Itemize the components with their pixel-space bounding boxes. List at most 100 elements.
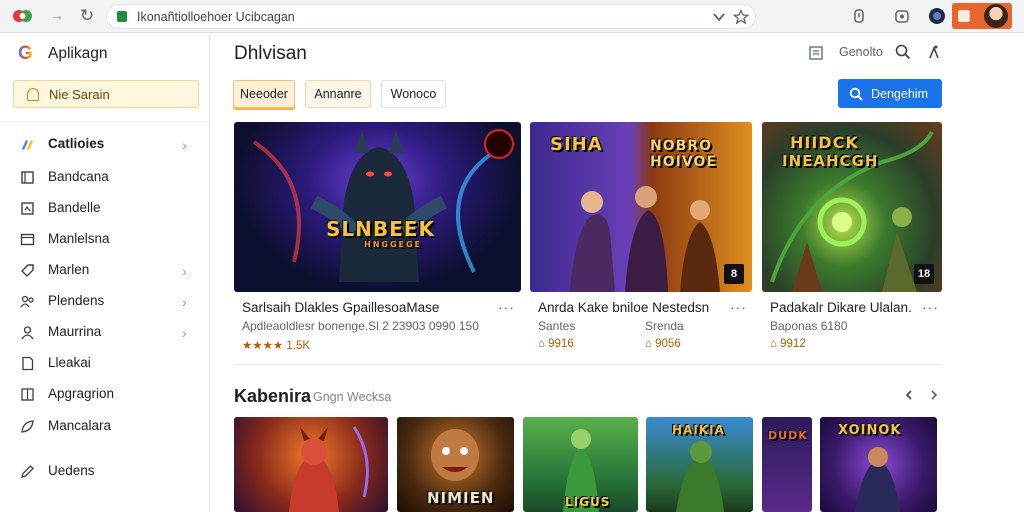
- forward-icon[interactable]: →: [48, 7, 66, 25]
- monster-art: [252, 129, 514, 282]
- featured-card-2[interactable]: SIHA NOBRO HOIVOE 8 Anrda Kake bniloe Ne…: [530, 122, 752, 350]
- scroll-prev-icon[interactable]: [904, 389, 914, 401]
- brand[interactable]: G Aplikagn: [18, 44, 107, 64]
- sidebar-item-marlen[interactable]: Marlen ›: [0, 257, 209, 283]
- doc-icon: [22, 356, 34, 371]
- card-subtitle: Baponas 6180: [770, 319, 848, 333]
- game-cover-image: HIIDCK INEAHCGH 18: [762, 122, 942, 292]
- sidebar-item-manlelsna[interactable]: Manlelsna: [0, 226, 209, 252]
- thumb-art-title: LIGUS: [565, 495, 611, 509]
- sidebar-item-label: Maurrina: [48, 324, 102, 339]
- chevron-right-icon: ›: [182, 137, 187, 153]
- card-subtitle: Santes: [538, 319, 576, 333]
- account-button[interactable]: [952, 3, 1012, 29]
- game-thumb[interactable]: HAIKIA: [646, 417, 753, 512]
- chip-wonoco[interactable]: Wonoco: [381, 80, 446, 108]
- sidebar-item-label: Mancalara: [48, 418, 112, 433]
- demon-art: [289, 426, 369, 512]
- main-content: Dhlvisan Genolto Neeoder Annanre Wonoco …: [211, 34, 1024, 512]
- art-title-2: INEAHCGH: [782, 152, 879, 170]
- chevron-right-icon: ›: [182, 294, 187, 310]
- book-icon: [21, 171, 34, 184]
- card-title: Anrda Kake bniloe Nestedsn: [538, 300, 710, 315]
- chip-neeoder[interactable]: Neeoder: [233, 80, 295, 108]
- extension-icon[interactable]: [850, 7, 868, 25]
- sidebar-item-plendens[interactable]: Plendens ›: [0, 288, 209, 314]
- more-options-icon[interactable]: ···: [498, 299, 515, 315]
- age-badge: 8: [724, 264, 744, 284]
- game-thumb[interactable]: [234, 417, 388, 512]
- sidebar-item-label: Catlioies: [48, 136, 105, 151]
- primary-button-label: Dengehim: [871, 86, 928, 101]
- card-title: Padakalr Dikare Ulalan.: [770, 300, 912, 315]
- google-logo-icon: G: [18, 44, 38, 64]
- card-subtitle: Apdleaoldlesr bonenge.Sl 2 23903 0990 15…: [242, 319, 479, 333]
- featured-card-1[interactable]: SLNBEEK HNGGEGE Sarlsaih Dlakles Gpaille…: [234, 122, 521, 352]
- sidebar-item-lleakai[interactable]: Lleakai: [0, 350, 209, 376]
- card-rating: ⌂ 9916: [538, 338, 574, 350]
- tag-icon: [21, 264, 34, 277]
- sidebar-item-mancalara[interactable]: Mancalara: [0, 413, 209, 439]
- thumb-art-title: DUDK: [768, 429, 808, 442]
- sidebar-search-button[interactable]: Nie Sarain: [13, 80, 199, 108]
- game-thumb[interactable]: LIGUS: [523, 417, 638, 512]
- divider: [234, 364, 942, 365]
- game-thumb[interactable]: XOINOK: [820, 417, 937, 512]
- sidebar-item-apgragrion[interactable]: Apgragrion: [0, 381, 209, 407]
- bookmark-star-icon[interactable]: [733, 9, 749, 25]
- reload-icon[interactable]: ↻: [78, 7, 96, 25]
- window-icon: [958, 10, 970, 22]
- card-rating: ★★★★ 1.5K: [242, 340, 311, 352]
- thumb-art-title: NIMIEN: [427, 489, 495, 507]
- brand-title: Aplikagn: [48, 45, 108, 62]
- art-title: SIHA: [550, 134, 603, 155]
- game-thumb[interactable]: NIMIEN: [397, 417, 514, 512]
- featured-card-3[interactable]: HIIDCK INEAHCGH 18 Padakalr Dikare Ulala…: [762, 122, 942, 350]
- game-cover-image: SIHA NOBRO HOIVOE 8: [530, 122, 752, 292]
- more-options-icon[interactable]: ···: [730, 299, 747, 315]
- share-icon[interactable]: [927, 44, 941, 60]
- more-options-icon[interactable]: ···: [922, 299, 939, 315]
- game-thumb[interactable]: DUDK: [762, 417, 812, 512]
- sidebar-item-bandelle[interactable]: Bandelle: [0, 195, 209, 221]
- search-icon[interactable]: [895, 44, 911, 60]
- sidebar-item-catlioies[interactable]: Catlioies ›: [0, 131, 209, 157]
- chevron-right-icon: ›: [182, 263, 187, 279]
- address-bar[interactable]: Ikonañtiolloehoer Ucibcagan: [106, 4, 756, 29]
- card-title: Sarlsaih Dlakles GpaillesoaMase: [242, 300, 440, 315]
- art-title: HIIDCK: [790, 133, 859, 152]
- game-cover-image: SLNBEEK HNGGEGE: [234, 122, 521, 292]
- bell-icon: [27, 87, 39, 101]
- pen-icon: [21, 465, 34, 478]
- art-title: SLNBEEK: [326, 217, 435, 241]
- sidebar-item-label: Uedens: [48, 463, 95, 478]
- card-subtitle-2: Srenda: [645, 319, 684, 333]
- browser-logo-icon[interactable]: [12, 8, 34, 24]
- primary-search-button[interactable]: Dengehim: [838, 79, 942, 108]
- sidebar-item-label: Manlelsna: [48, 231, 110, 246]
- header-link[interactable]: Genolto: [839, 45, 883, 59]
- secure-lock-icon: [117, 11, 127, 22]
- section-title: Kabenira: [234, 386, 312, 406]
- art-subtitle: HNGGEGE: [364, 240, 423, 249]
- grid-view-icon[interactable]: [809, 46, 823, 60]
- chip-annanre[interactable]: Annanre: [305, 80, 371, 108]
- sidebar-item-label: Plendens: [48, 293, 105, 308]
- sidebar-item-maurrina[interactable]: Maurrina ›: [0, 319, 209, 345]
- avatar: [984, 4, 1008, 28]
- sidebar-item-uedens[interactable]: Uedens: [0, 458, 209, 484]
- profile-globe-icon[interactable]: [928, 7, 946, 25]
- sidebar-item-label: Bandelle: [48, 200, 101, 215]
- downloads-icon[interactable]: [893, 7, 911, 25]
- browser-toolbar: → ↻ Ikonañtiolloehoer Ucibcagan: [0, 0, 1024, 33]
- install-app-icon[interactable]: [711, 9, 727, 25]
- sidebar-item-bandcana[interactable]: Bandcana: [0, 164, 209, 190]
- url-text: Ikonañtiolloehoer Ucibcagan: [137, 9, 295, 24]
- thumb-art-title: HAIKIA: [672, 423, 725, 437]
- sidebar-item-label: Marlen: [48, 262, 90, 277]
- chevron-right-icon[interactable]: [929, 389, 939, 401]
- sidebar-search-label: Nie Sarain: [49, 86, 110, 102]
- puzzle-icon: [22, 140, 33, 150]
- user-icon: [21, 326, 34, 340]
- chevron-right-icon: ›: [182, 325, 187, 341]
